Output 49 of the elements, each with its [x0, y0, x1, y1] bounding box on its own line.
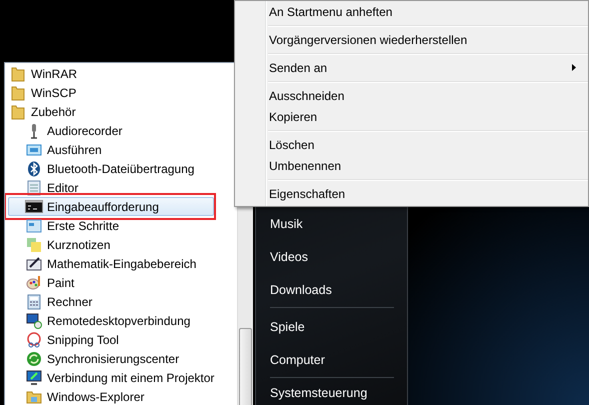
- menu-item[interactable]: An Startmenu anheften: [235, 1, 588, 22]
- folder-icon: [11, 66, 25, 82]
- menu-item[interactable]: Ausschneiden: [235, 85, 588, 106]
- folder-window-icon: [26, 390, 42, 404]
- program-item[interactable]: Zubehör: [8, 102, 214, 121]
- places-item[interactable]: Downloads: [256, 273, 407, 306]
- folder-icon: [11, 84, 25, 100]
- window-icon: [26, 218, 42, 232]
- menu-item[interactable]: Senden an: [235, 57, 588, 78]
- menu-item[interactable]: Umbenennen: [235, 155, 588, 176]
- menu-item[interactable]: Löschen: [235, 134, 588, 155]
- program-item[interactable]: Editor: [8, 178, 214, 197]
- program-item[interactable]: Verbindung mit einem Projektor: [8, 368, 216, 387]
- places-item[interactable]: Computer: [256, 343, 407, 376]
- program-item[interactable]: Windows-Explorer: [8, 387, 214, 405]
- places-item[interactable]: Videos: [256, 240, 407, 273]
- program-item[interactable]: Kurznotizen: [8, 235, 214, 254]
- menu-item[interactable]: Eigenschaften: [235, 183, 588, 204]
- sync-icon: [26, 350, 42, 366]
- places-item[interactable]: Musik: [256, 207, 407, 240]
- scissors-icon: [26, 332, 42, 348]
- program-item[interactable]: Audiorecorder: [8, 121, 214, 140]
- sticky-notes-icon: [26, 236, 42, 252]
- program-item[interactable]: Mathematik-Eingabebereich: [8, 254, 214, 273]
- scrollbar-thumb[interactable]: [239, 328, 252, 405]
- program-item[interactable]: Synchronisierungscenter: [8, 349, 214, 368]
- pen-tablet-icon: [26, 256, 42, 270]
- places-item[interactable]: Systemsteuerung: [256, 380, 407, 405]
- palette-icon: [26, 274, 42, 290]
- console-icon: [25, 200, 43, 213]
- calculator-icon: [27, 294, 41, 310]
- program-item[interactable]: Bluetooth-Dateiübertragung: [8, 159, 214, 178]
- program-item[interactable]: Rechner: [8, 292, 214, 311]
- program-item[interactable]: WinSCP: [8, 83, 214, 102]
- program-item[interactable]: Paint: [8, 273, 214, 292]
- program-item[interactable]: Erste Schritte: [8, 216, 214, 235]
- notepad-icon: [27, 180, 41, 196]
- run-window-icon: [26, 142, 42, 156]
- program-item[interactable]: WinRAR: [8, 64, 214, 83]
- projector-monitor-icon: [26, 370, 42, 386]
- places-item[interactable]: Spiele: [256, 310, 407, 343]
- folder-icon: [11, 104, 25, 120]
- bluetooth-icon: [27, 160, 41, 176]
- program-item[interactable]: Snipping Tool: [8, 330, 214, 349]
- monitor-icon: [26, 312, 42, 328]
- menu-item[interactable]: Kopieren: [235, 106, 588, 127]
- program-item[interactable]: Ausführen: [8, 140, 214, 159]
- program-item[interactable]: Remotedesktopverbindung: [8, 311, 214, 330]
- menu-item[interactable]: Vorgängerversionen wiederherstellen: [235, 29, 588, 50]
